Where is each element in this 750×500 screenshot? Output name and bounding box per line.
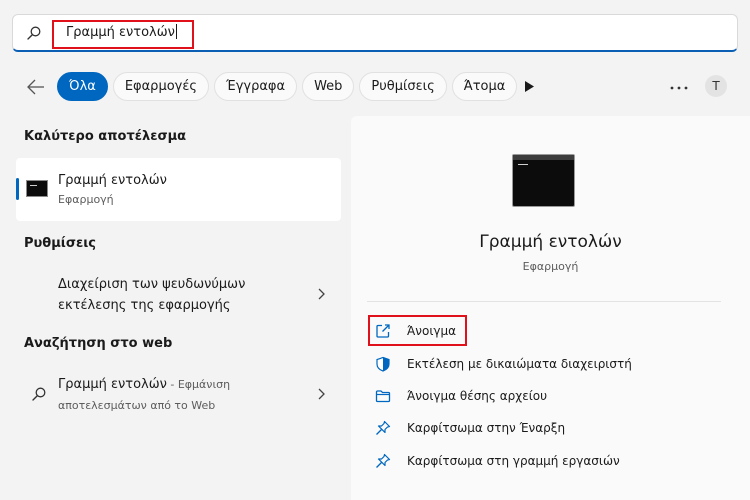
filter-people[interactable]: Άτομα xyxy=(451,72,518,101)
action-open-label: Άνοιγμα xyxy=(407,324,457,338)
action-open-file-location[interactable]: Άνοιγμα θέσης αρχείου xyxy=(375,384,715,408)
filter-tabs: Όλα Εφαρμογές Έγγραφα Web Ρυθμίσεις Άτομ… xyxy=(57,72,518,101)
best-match-result[interactable]: Γραμμή εντολών Εφαρμογή xyxy=(16,158,341,221)
command-prompt-large-icon xyxy=(512,154,575,207)
search-icon xyxy=(32,387,46,401)
action-run-as-admin-label: Εκτέλεση με δικαιώματα διαχειριστή xyxy=(407,357,632,371)
details-panel: Γραμμή εντολών Εφαρμογή Άνοιγμα Εκτέλεση… xyxy=(351,116,750,500)
action-pin-to-taskbar[interactable]: Καρφίτσωμα στη γραμμή εργασιών xyxy=(375,449,715,473)
more-filters-play-icon[interactable] xyxy=(523,80,535,93)
text-caret xyxy=(175,24,177,39)
pin-icon xyxy=(376,420,391,435)
search-input[interactable]: Γραμμή εντολών xyxy=(66,24,177,40)
shield-icon xyxy=(376,356,390,372)
best-match-heading: Καλύτερο αποτέλεσμα xyxy=(24,129,187,144)
folder-icon xyxy=(375,390,391,403)
details-app-name: Γραμμή εντολών xyxy=(479,232,622,252)
settings-heading: Ρυθμίσεις xyxy=(24,236,97,251)
user-avatar[interactable]: T xyxy=(705,75,727,97)
web-search-result[interactable]: Γραμμή εντολών - Εφμάνιση αποτελεσμάτων … xyxy=(16,370,341,420)
web-search-query: Γραμμή εντολών xyxy=(58,377,167,392)
settings-result-app-aliases[interactable]: Διαχείριση των ψευδωνύμων εκτέλεσης της … xyxy=(16,270,341,320)
action-run-as-admin[interactable]: Εκτέλεση με δικαιώματα διαχειριστή xyxy=(375,352,715,376)
web-search-suffix: - Εφμάνιση xyxy=(166,378,231,391)
web-search-line1: Γραμμή εντολών - Εφμάνιση xyxy=(58,374,230,395)
pin-icon xyxy=(376,453,391,468)
chevron-right-icon xyxy=(318,288,325,300)
selection-indicator xyxy=(16,178,19,200)
search-icon xyxy=(27,26,41,40)
search-input-value: Γραμμή εντολών xyxy=(66,25,175,40)
action-pin-to-taskbar-label: Καρφίτσωμα στη γραμμή εργασιών xyxy=(407,454,620,468)
filter-web[interactable]: Web xyxy=(302,72,355,101)
command-prompt-app-icon xyxy=(26,180,48,197)
filter-all[interactable]: Όλα xyxy=(57,72,108,101)
search-bar[interactable]: Γραμμή εντολών xyxy=(12,14,738,52)
filter-documents[interactable]: Έγγραφα xyxy=(214,72,298,101)
action-open[interactable]: Άνοιγμα xyxy=(375,319,715,343)
filter-apps[interactable]: Εφαρμογές xyxy=(112,72,210,101)
action-pin-to-start[interactable]: Καρφίτσωμα στην Έναρξη xyxy=(375,416,715,440)
settings-result-line2: εκτέλεσης της εφαρμογής xyxy=(58,298,231,313)
action-open-file-location-label: Άνοιγμα θέσης αρχείου xyxy=(407,389,548,403)
best-match-name: Γραμμή εντολών xyxy=(58,173,167,188)
open-external-icon xyxy=(376,324,390,338)
divider xyxy=(367,301,721,302)
chevron-right-icon xyxy=(318,388,325,400)
action-pin-to-start-label: Καρφίτσωμα στην Έναρξη xyxy=(407,421,566,435)
web-search-heading: Αναζήτηση στο web xyxy=(24,336,173,351)
details-app-type: Εφαρμογή xyxy=(522,260,579,273)
best-match-type: Εφαρμογή xyxy=(58,193,114,206)
back-arrow-icon[interactable] xyxy=(26,78,46,96)
settings-result-line1: Διαχείριση των ψευδωνύμων xyxy=(58,277,246,292)
more-options-icon[interactable] xyxy=(670,86,688,90)
web-search-line2: αποτελεσμάτων από το Web xyxy=(58,399,216,412)
filter-settings[interactable]: Ρυθμίσεις xyxy=(359,72,447,101)
